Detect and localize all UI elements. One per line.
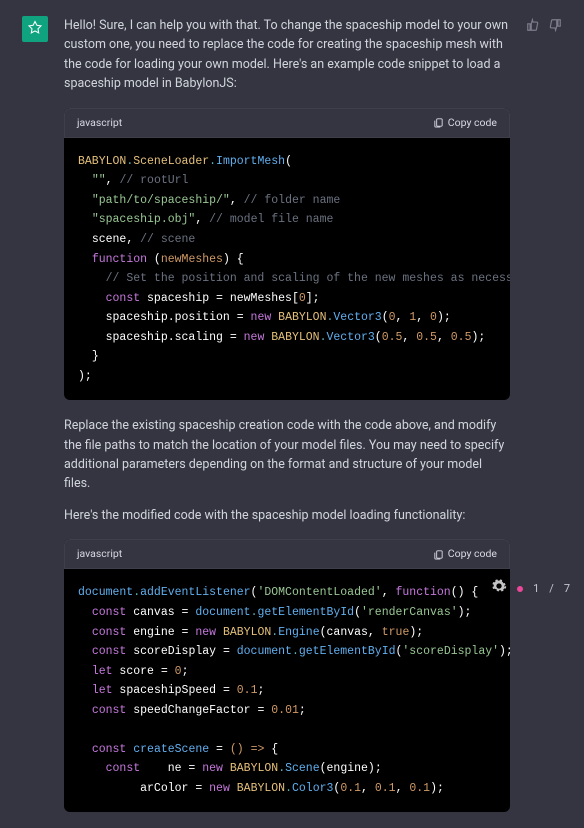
- code-lang: javascript: [77, 115, 122, 131]
- assistant-avatar: [22, 16, 48, 42]
- intro-text: Hello! Sure, I can help you with that. T…: [64, 16, 510, 94]
- feedback-controls: [526, 16, 562, 828]
- settings-icon[interactable]: [491, 578, 507, 600]
- code-lang: javascript: [77, 546, 122, 562]
- code-header: javascript Copy code: [64, 108, 510, 138]
- clipboard-icon: [433, 117, 444, 128]
- thumbs-up-icon[interactable]: [526, 18, 540, 32]
- clipboard-icon: [433, 549, 444, 560]
- code-header: javascript Copy code: [64, 539, 510, 569]
- mid-text-2: Here's the modified code with the spaces…: [64, 506, 510, 525]
- assistant-message: Hello! Sure, I can help you with that. T…: [0, 0, 584, 828]
- code-body: BABYLON.SceneLoader.ImportMesh( "", // r…: [64, 138, 510, 401]
- page-total: 7: [564, 580, 570, 598]
- copy-code-button[interactable]: Copy code: [433, 546, 497, 562]
- copy-code-button[interactable]: Copy code: [433, 115, 497, 131]
- code-body: document.addEventListener('DOMContentLoa…: [64, 569, 510, 812]
- thumbs-down-icon[interactable]: [548, 18, 562, 32]
- message-content: Hello! Sure, I can help you with that. T…: [64, 16, 510, 828]
- codeblock-1: javascript Copy code BABYLON.SceneLoader…: [64, 108, 510, 401]
- mid-text-1: Replace the existing spaceship creation …: [64, 416, 510, 494]
- codeblock-2: javascript Copy code document.addEventLi…: [64, 539, 510, 812]
- page-current: 1: [533, 580, 539, 598]
- bottom-pager: 1/7: [491, 578, 570, 600]
- notification-dot-icon: [517, 586, 523, 592]
